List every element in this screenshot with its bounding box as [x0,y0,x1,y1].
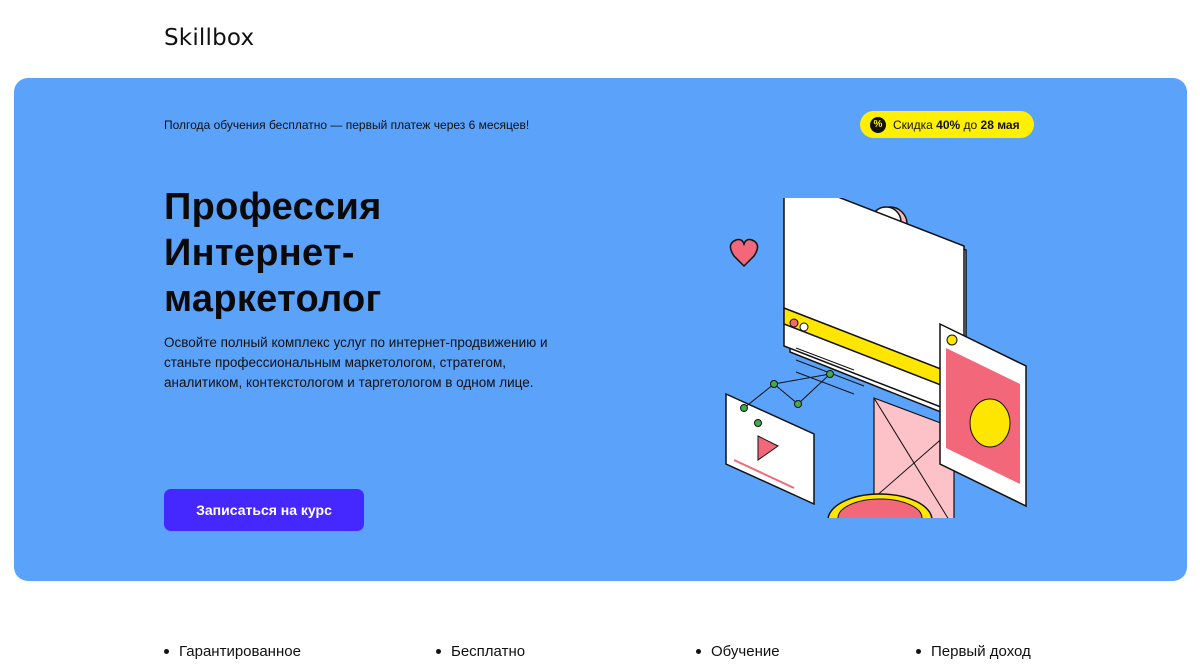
bullet-icon [436,649,441,654]
course-description: Освойте полный комплекс услуг по интерне… [164,335,548,390]
feature-item: Первый доход [916,643,1031,660]
video-player-graphic [725,392,815,506]
percent-icon: % [870,116,886,133]
page-title: Профессия Интернет- маркетолог [164,186,382,320]
heart-icon [729,238,759,268]
feature-item: Бесплатно [436,643,525,660]
promo-text: Полгода обучения бесплатно — первый плат… [164,118,530,132]
discount-badge: % Скидка 40% до 28 мая [860,111,1034,138]
skillbox-logo[interactable]: Skillbox [164,25,254,51]
features-list: Гарантированное Бесплатно Обучение Первы… [0,640,1200,664]
feature-item: Обучение [696,643,780,660]
bullet-icon [696,649,701,654]
feature-item: Гарантированное [164,643,301,660]
bullet-icon [916,649,921,654]
hero-banner: Полгода обучения бесплатно — первый плат… [14,78,1187,581]
bullet-icon [164,649,169,654]
discount-text: Скидка 40% до 28 мая [893,117,1020,132]
enroll-button[interactable]: Записаться на курс [164,489,364,531]
marketing-illustration [725,198,1027,518]
